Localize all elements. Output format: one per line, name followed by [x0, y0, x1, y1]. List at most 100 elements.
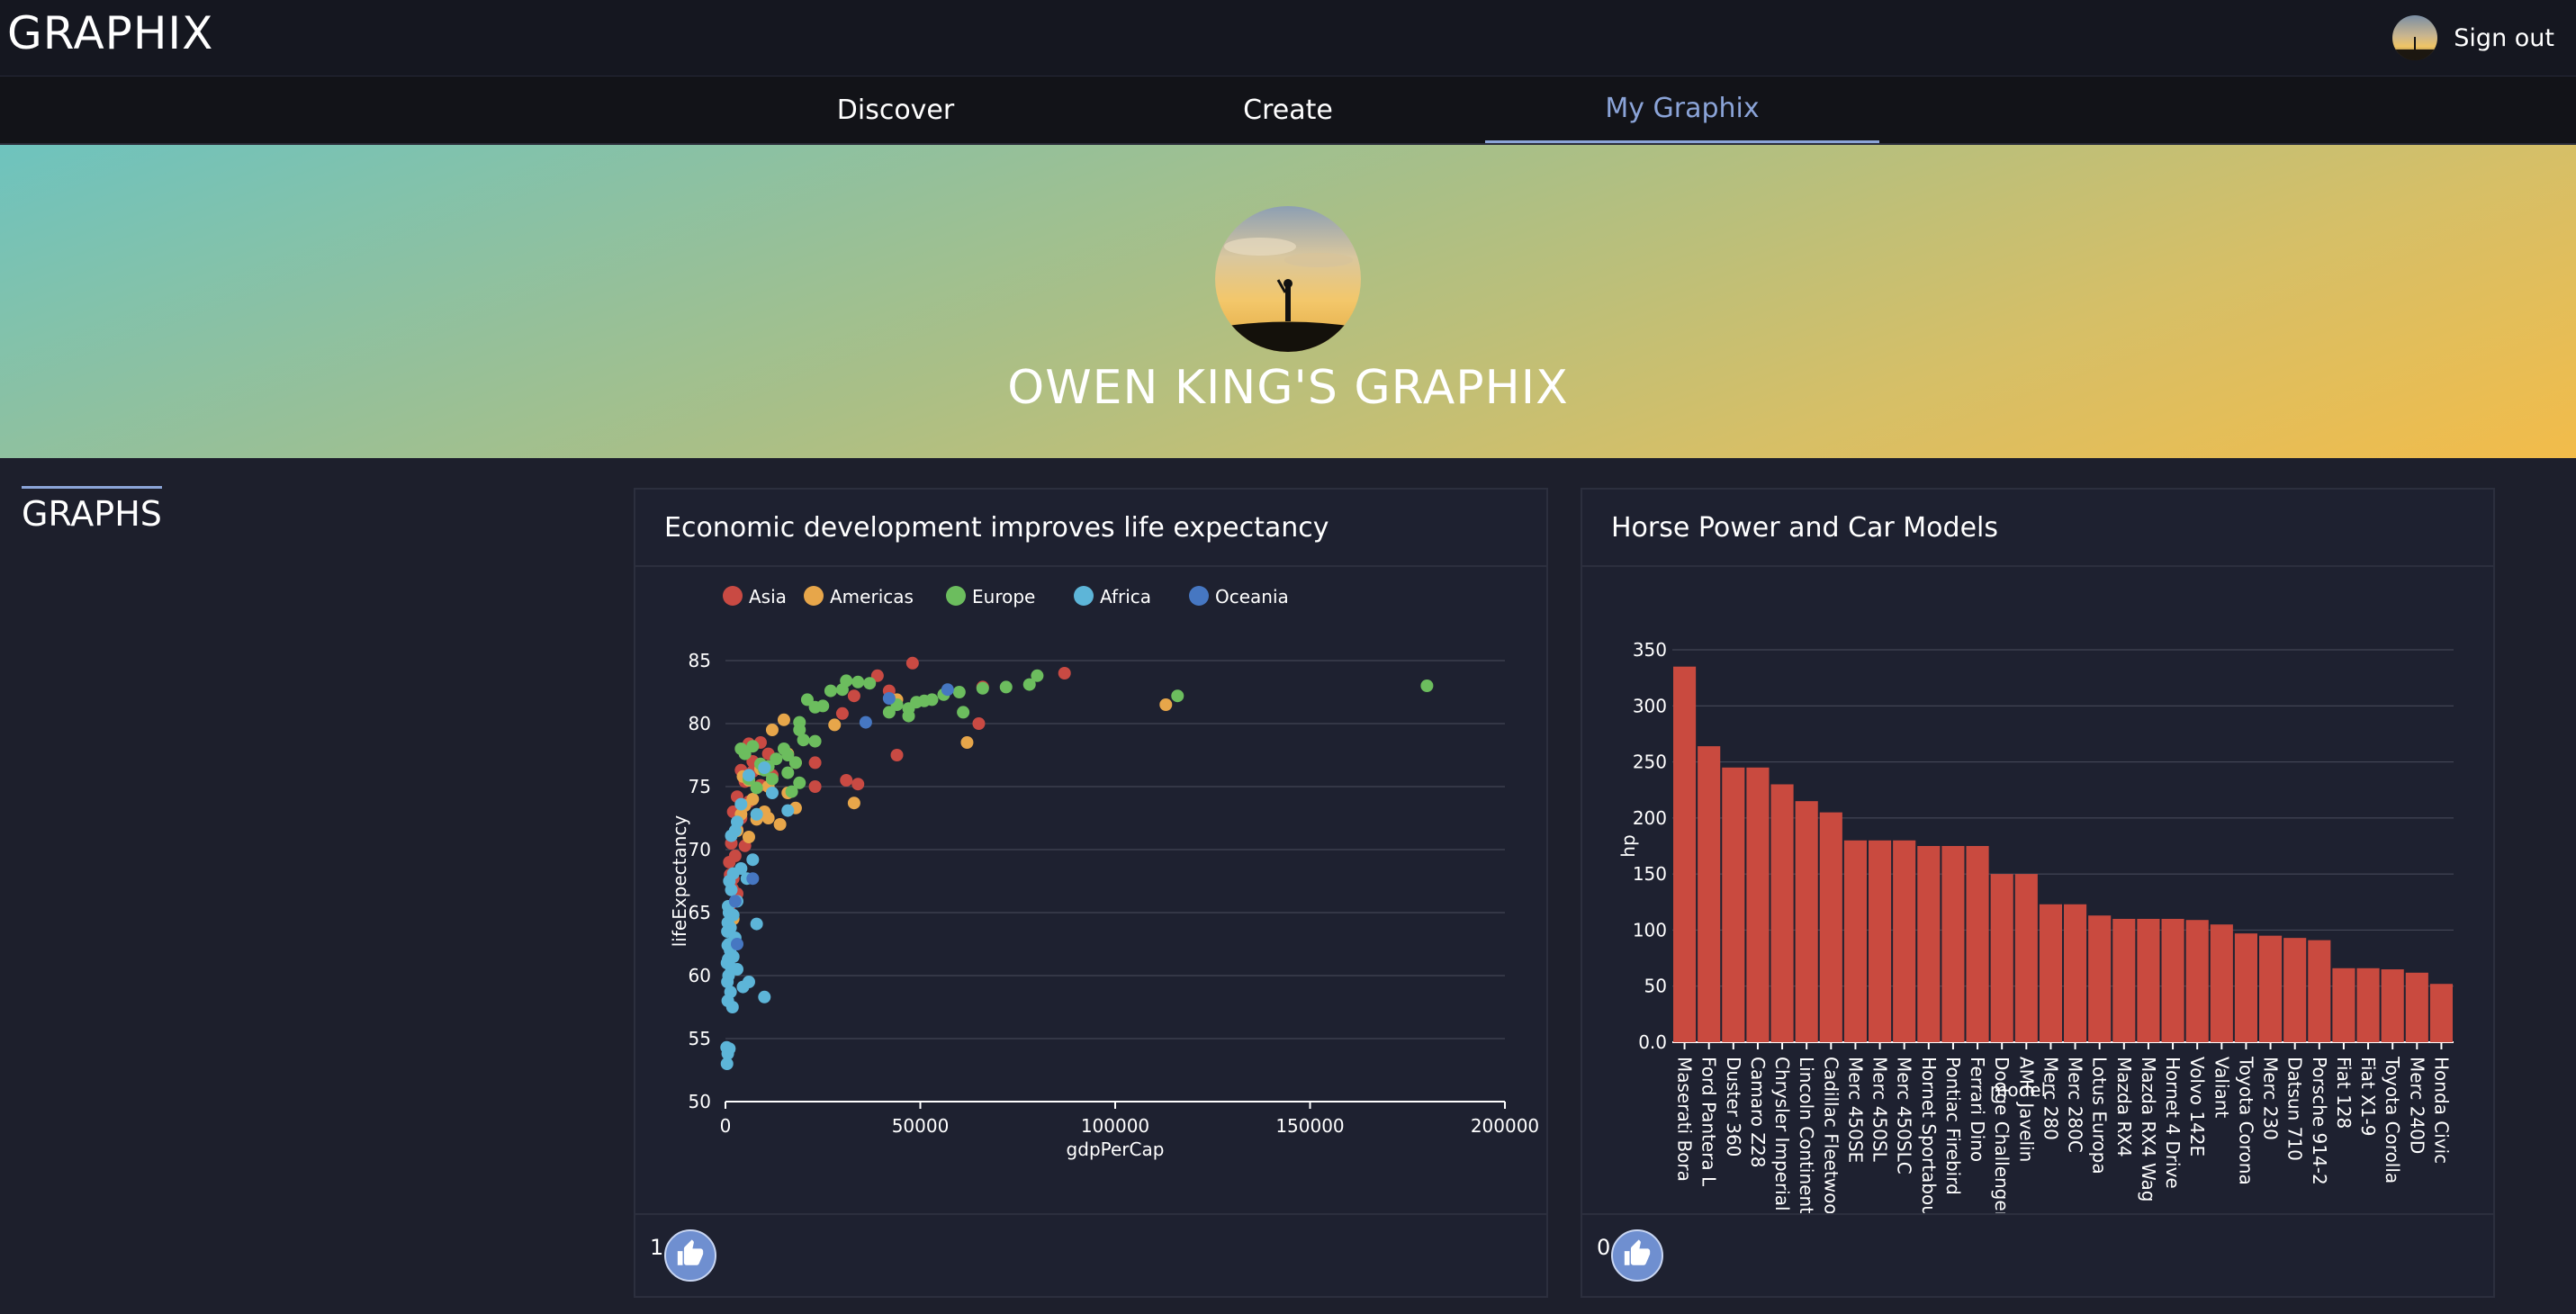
bar — [1819, 812, 1842, 1042]
bar — [1941, 846, 1965, 1042]
scatter-chart: Asia Americas Europe Africa Oceania 50 55 60 65 7… — [669, 586, 1539, 1160]
bar — [1990, 874, 2013, 1042]
x-tick-label: Maserati Bora — [1674, 1057, 1696, 1182]
y-tick-label: 300 — [1633, 695, 1667, 716]
data-point — [808, 756, 822, 770]
card-footer: 0 — [1582, 1213, 2493, 1296]
bar — [1746, 767, 1770, 1042]
bar — [2185, 920, 2209, 1042]
y-tick-label: 150 — [1633, 863, 1667, 885]
legend-label: Europe — [972, 586, 1035, 608]
y-tick-label: 80 — [689, 713, 711, 734]
data-point — [720, 1058, 734, 1070]
top-bar: GRAPHIX Sign out — [0, 0, 2576, 76]
data-point — [847, 689, 860, 703]
legend-label: Africa — [1100, 586, 1151, 608]
data-point — [725, 1001, 739, 1013]
x-tick-label: Toyota Corona — [2235, 1056, 2256, 1185]
x-tick-label: AMC Javelin — [2015, 1057, 2037, 1162]
x-axis-label: model — [1990, 1079, 2046, 1101]
data-point — [725, 883, 738, 896]
y-tick-label: 100 — [1633, 919, 1667, 940]
data-point — [765, 787, 779, 799]
x-tick-label: 50000 — [892, 1115, 950, 1137]
bar — [1795, 801, 1818, 1042]
bar — [2429, 984, 2453, 1042]
legend-marker — [1074, 586, 1094, 606]
x-tick-label: Porsche 914-2 — [2309, 1057, 2330, 1185]
like-button[interactable] — [664, 1229, 716, 1282]
bar — [1698, 746, 1721, 1042]
x-axis-label: gdpPerCap — [1067, 1138, 1165, 1160]
bar — [2039, 904, 2062, 1042]
profile-title: OWEN KING'S GRAPHIX — [1007, 361, 1569, 415]
y-tick-label: 75 — [689, 776, 711, 797]
tab-my-graphix[interactable]: My Graphix — [1485, 76, 1879, 143]
x-tick-label: 200000 — [1471, 1115, 1539, 1137]
tab-create[interactable]: Create — [1091, 76, 1485, 143]
data-point — [808, 734, 822, 748]
y-tick-label: 55 — [689, 1028, 711, 1049]
data-point — [800, 693, 814, 706]
data-point — [976, 681, 989, 695]
data-point — [765, 724, 779, 736]
bar — [2014, 874, 2038, 1042]
data-point — [941, 683, 954, 697]
x-tick-label: Pontiac Firebird — [1942, 1057, 1964, 1195]
main-nav: Discover Create My Graphix — [0, 76, 2576, 145]
x-tick-label: 0 — [720, 1115, 732, 1137]
data-point — [742, 831, 755, 843]
tab-discover[interactable]: Discover — [698, 76, 1093, 143]
data-point — [851, 675, 865, 688]
x-tick-label: Lincoln Continenta — [1796, 1057, 1817, 1215]
data-point — [758, 990, 771, 1004]
data-point — [863, 677, 877, 690]
y-tick-label: 60 — [689, 965, 711, 986]
x-tick-label: Merc 450SE — [1844, 1057, 1866, 1163]
sign-out-label: Sign out — [2454, 23, 2554, 52]
like-button[interactable] — [1611, 1229, 1663, 1282]
bar — [1966, 846, 1989, 1042]
data-point — [1022, 678, 1036, 691]
data-point — [1058, 667, 1071, 680]
x-tick-label: Chrysler Imperial — [1771, 1057, 1793, 1211]
bar-chart: 0.0 50 100 150 200 250 300 350 hp Maserati Bora Fo… — [1617, 639, 2454, 1215]
graph-title: Horse Power and Car Models — [1582, 490, 2493, 567]
bar — [2356, 968, 2380, 1042]
data-point — [746, 853, 760, 867]
data-point — [840, 774, 853, 787]
bar — [2259, 935, 2283, 1042]
legend-marker — [1189, 586, 1209, 606]
data-point — [785, 785, 798, 798]
data-point — [736, 980, 750, 994]
thumbs-up-icon — [675, 1238, 706, 1273]
x-tick-label: Datsun 710 — [2284, 1057, 2306, 1161]
bar — [2088, 915, 2112, 1042]
data-point — [957, 706, 970, 719]
data-point — [761, 812, 775, 824]
data-point — [781, 766, 795, 779]
data-point — [728, 895, 742, 908]
sign-out-button[interactable]: Sign out — [2392, 14, 2554, 61]
x-tick-label: Merc 230 — [2260, 1057, 2282, 1140]
data-point — [835, 683, 849, 697]
x-tick-label: Duster 360 — [1723, 1057, 1744, 1156]
graph-card-horsepower[interactable]: Horse Power and Car Models 0.0 50 100 150 20… — [1581, 488, 2495, 1298]
data-point — [828, 718, 842, 732]
y-tick-label: 350 — [1633, 639, 1667, 661]
x-tick-label: Fiat X1-9 — [2357, 1057, 2379, 1136]
legend-label: Americas — [830, 586, 914, 608]
app-logo[interactable]: GRAPHIX — [7, 7, 213, 59]
data-point — [750, 917, 763, 931]
y-tick-label: 85 — [689, 650, 711, 671]
graph-card-economic[interactable]: Economic development improves life expec… — [634, 488, 1548, 1298]
bar — [2381, 969, 2404, 1042]
data-point — [781, 804, 795, 817]
bar — [2112, 918, 2136, 1042]
data-point — [797, 734, 810, 747]
x-tick-label: Mazda RX4 — [2113, 1057, 2135, 1157]
bar — [1843, 840, 1867, 1042]
data-point — [952, 686, 966, 698]
x-tick-label: Camaro Z28 — [1747, 1057, 1769, 1168]
data-point — [847, 796, 860, 810]
